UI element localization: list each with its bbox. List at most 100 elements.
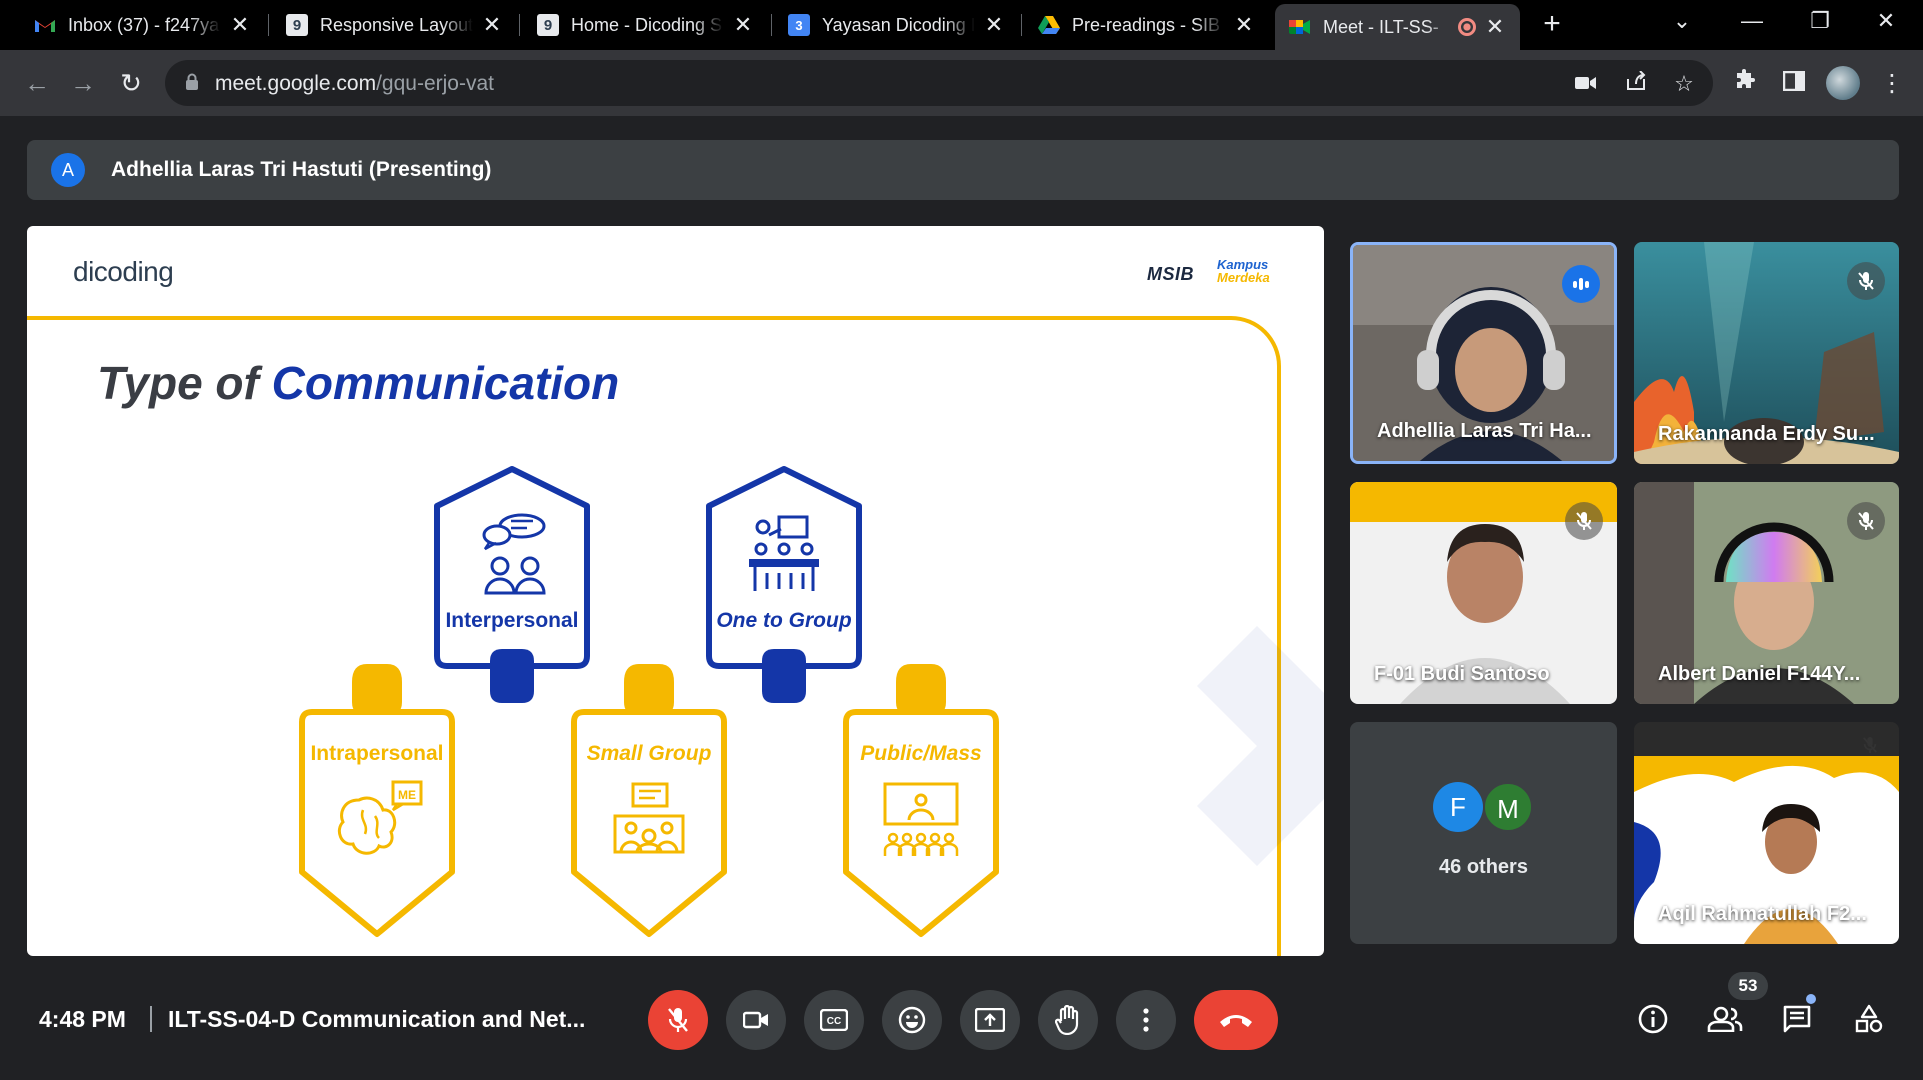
- svg-text:CC: CC: [827, 1016, 841, 1027]
- intrapersonal-label: Intrapersonal: [310, 742, 444, 765]
- extensions-icon[interactable]: [1729, 68, 1761, 100]
- participant-name: Albert Daniel F144Y...: [1658, 663, 1861, 685]
- browser-toolbar: ← → ↻ meet.google.com/gqu-erjo-vat ☆ ⋮: [0, 50, 1923, 116]
- participant-name: Aqil Rahmatullah F2...: [1658, 903, 1867, 925]
- close-tab-icon[interactable]: ✕: [481, 12, 503, 38]
- activities-button[interactable]: [1846, 996, 1892, 1042]
- title-highlight: Communication: [271, 357, 620, 409]
- mic-muted-icon: [1847, 502, 1885, 540]
- new-tab-button[interactable]: +: [1535, 8, 1569, 42]
- participant-name: Rakannanda Erdy Su...: [1658, 423, 1875, 445]
- type-intrapersonal: Intrapersonal ME: [277, 652, 477, 942]
- brain-me-icon: ME: [337, 780, 423, 855]
- present-icon: [975, 1008, 1005, 1032]
- bookmark-star-icon[interactable]: ☆: [1670, 70, 1698, 98]
- others-tile[interactable]: F M 46 others: [1350, 722, 1617, 944]
- camera-toggle-button[interactable]: [726, 990, 786, 1050]
- tab-responsive-layout[interactable]: 9 Responsive Layout ✕: [272, 6, 517, 44]
- others-avatar: F: [1433, 782, 1483, 832]
- minimize-button[interactable]: —: [1732, 8, 1772, 34]
- dicoding-icon: 9: [537, 14, 559, 36]
- reactions-button[interactable]: [882, 990, 942, 1050]
- side-panel-icon[interactable]: [1778, 68, 1810, 100]
- participant-tile[interactable]: Aqil Rahmatullah F2...: [1634, 722, 1899, 944]
- participant-tile[interactable]: Albert Daniel F144Y...: [1634, 482, 1899, 704]
- tab-title: Responsive Layout: [320, 14, 473, 35]
- raise-hand-button[interactable]: [1038, 990, 1098, 1050]
- group-discussion-icon: [613, 782, 685, 854]
- more-options-button[interactable]: [1116, 990, 1176, 1050]
- shared-presentation: dicoding MSIB Kampus Merdeka Type of Com…: [27, 226, 1324, 956]
- people-button[interactable]: [1702, 996, 1748, 1042]
- activities-icon: [1855, 1004, 1883, 1033]
- close-tab-icon[interactable]: ✕: [1233, 12, 1255, 38]
- url-host: meet.google.com: [215, 72, 377, 95]
- close-tab-icon[interactable]: ✕: [732, 12, 754, 38]
- tab-meet[interactable]: Meet - ILT-SS- ✕: [1275, 4, 1520, 50]
- share-icon[interactable]: [1622, 70, 1650, 98]
- participant-name: Adhellia Laras Tri Ha...: [1377, 420, 1592, 442]
- profile-avatar[interactable]: [1826, 66, 1860, 100]
- tab-pre-readings[interactable]: Pre-readings - SIB ✕: [1024, 6, 1269, 44]
- closed-captions-icon: CC: [820, 1009, 848, 1031]
- browser-menu-icon[interactable]: ⋮: [1876, 68, 1908, 100]
- mic-muted-icon: [1565, 502, 1603, 540]
- close-tab-icon[interactable]: ✕: [1484, 14, 1506, 40]
- back-button[interactable]: ←: [20, 66, 54, 100]
- url-text: meet.google.com/gqu-erjo-vat: [215, 72, 494, 96]
- tab-gmail[interactable]: Inbox (37) - f247ya ✕: [20, 6, 265, 44]
- meet-icon: [1289, 16, 1311, 38]
- tab-title: Yayasan Dicoding I: [822, 14, 975, 35]
- reload-button[interactable]: ↻: [114, 66, 148, 100]
- dicoding-watermark: [1197, 626, 1324, 866]
- captions-button[interactable]: CC: [804, 990, 864, 1050]
- gmail-icon: [34, 14, 56, 36]
- close-tab-icon[interactable]: ✕: [229, 12, 251, 38]
- tab-divider: [268, 14, 269, 36]
- browser-tab-strip: Inbox (37) - f247ya ✕ 9 Responsive Layou…: [0, 0, 1923, 50]
- more-vert-icon: [1143, 1008, 1149, 1032]
- participant-tile[interactable]: Adhellia Laras Tri Ha...: [1350, 242, 1617, 464]
- tab-search-icon[interactable]: ⌄: [1662, 8, 1702, 34]
- present-screen-button[interactable]: [960, 990, 1020, 1050]
- drive-icon: [1038, 14, 1060, 36]
- tab-home-dicoding[interactable]: 9 Home - Dicoding S ✕: [523, 6, 768, 44]
- tab-yayasan-dicoding[interactable]: 3 Yayasan Dicoding I ✕: [774, 6, 1019, 44]
- microphone-toggle-button[interactable]: [648, 990, 708, 1050]
- close-tab-icon[interactable]: ✕: [983, 12, 1005, 38]
- divider: [150, 1006, 152, 1032]
- conversation-people-icon: [482, 513, 546, 595]
- dicoding-icon: 9: [286, 14, 308, 36]
- one-to-group-label: One to Group: [716, 609, 852, 632]
- participant-tile[interactable]: F-01 Budi Santoso: [1350, 482, 1617, 704]
- tab-divider: [519, 14, 520, 36]
- type-small-group: Small Group: [549, 652, 749, 942]
- tab-title: Pre-readings - SIB: [1072, 14, 1221, 35]
- meeting-title: ILT-SS-04-D Communication and Net...: [168, 1006, 586, 1032]
- clock: 4:48 PM: [39, 1006, 126, 1032]
- participant-tile[interactable]: Rakannanda Erdy Su...: [1634, 242, 1899, 464]
- others-count: 46 others: [1439, 856, 1528, 878]
- address-bar[interactable]: meet.google.com/gqu-erjo-vat ☆: [165, 60, 1713, 106]
- tab-title: Meet - ILT-SS-: [1323, 16, 1439, 37]
- msib-logo: MSIB: [1147, 264, 1194, 284]
- close-window-button[interactable]: ✕: [1866, 8, 1906, 34]
- emoji-icon: [898, 1006, 926, 1034]
- interpersonal-label: Interpersonal: [445, 609, 579, 632]
- meeting-details-button[interactable]: [1630, 996, 1676, 1042]
- tab-title: Inbox (37) - f247ya: [68, 14, 220, 35]
- chat-button[interactable]: [1774, 996, 1820, 1042]
- tab-divider: [1021, 14, 1022, 36]
- hand-icon: [1055, 1005, 1079, 1035]
- others-avatar: M: [1483, 782, 1533, 832]
- forward-button[interactable]: →: [66, 66, 100, 100]
- restore-button[interactable]: ❐: [1800, 8, 1840, 34]
- tab-title: Home - Dicoding S: [571, 14, 723, 35]
- camera-icon: [743, 1011, 768, 1029]
- speaking-indicator-icon: [1562, 265, 1600, 303]
- camera-in-use-icon[interactable]: [1572, 70, 1600, 98]
- calendar-icon: 3: [788, 14, 810, 36]
- leave-call-button[interactable]: [1194, 990, 1278, 1050]
- lock-icon: [186, 73, 198, 90]
- recording-icon: [1458, 18, 1476, 36]
